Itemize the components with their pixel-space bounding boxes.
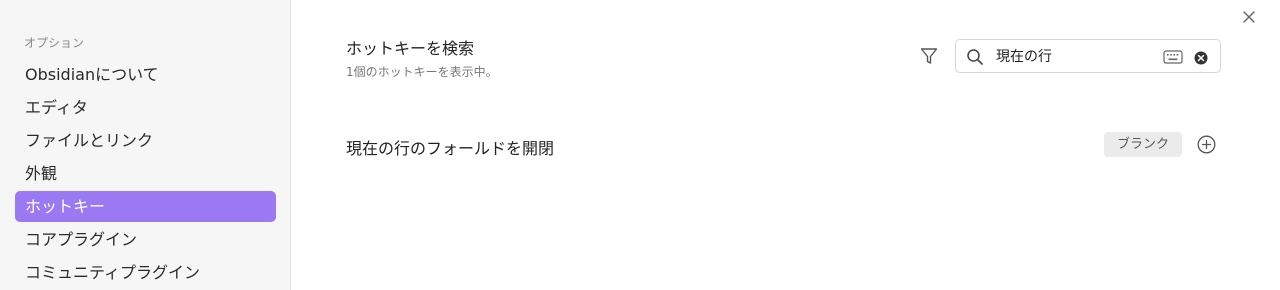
sidebar-item-hotkeys[interactable]: ホットキー xyxy=(15,191,276,222)
settings-sidebar: オプション Obsidianについて エディタ ファイルとリンク 外観 ホットキ… xyxy=(0,0,291,290)
sidebar-item-about[interactable]: Obsidianについて xyxy=(15,59,276,90)
sidebar-item-files-links[interactable]: ファイルとリンク xyxy=(15,125,276,156)
page-title: ホットキーを検索 xyxy=(346,39,475,58)
sidebar-nav: Obsidianについて エディタ ファイルとリンク 外観 ホットキー コアプラ… xyxy=(15,59,276,290)
hotkey-command-label: 現在の行のフォールドを開閉 xyxy=(346,139,555,158)
keyboard-icon[interactable] xyxy=(1163,49,1183,65)
search-icon xyxy=(966,48,984,66)
filter-icon[interactable] xyxy=(919,46,939,66)
clear-icon[interactable] xyxy=(1194,50,1208,65)
close-icon[interactable] xyxy=(1240,8,1258,26)
sidebar-item-community-plugins[interactable]: コミュニティプラグイン xyxy=(15,257,276,288)
sidebar-item-appearance[interactable]: 外観 xyxy=(15,158,276,189)
sidebar-heading: オプション xyxy=(24,36,85,50)
sidebar-item-core-plugins[interactable]: コアプラグイン xyxy=(15,224,276,255)
search-field xyxy=(955,39,1221,73)
sidebar-item-editor[interactable]: エディタ xyxy=(15,92,276,123)
search-input[interactable] xyxy=(996,45,1146,67)
hotkey-binding-badge[interactable]: ブランク xyxy=(1104,132,1183,157)
result-count: 1個のホットキーを表示中。 xyxy=(346,65,498,79)
add-hotkey-icon[interactable] xyxy=(1197,135,1216,154)
